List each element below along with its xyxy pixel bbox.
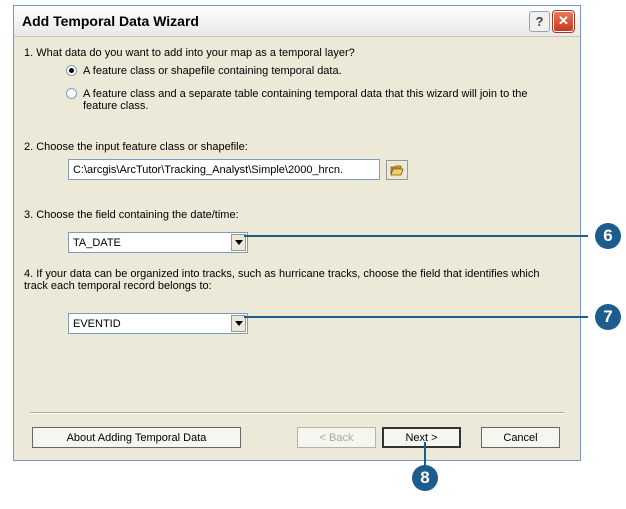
close-button[interactable]: ✕ (552, 9, 575, 33)
button-separator (30, 412, 564, 414)
question-mark-icon: ? (535, 13, 544, 29)
close-icon: ✕ (558, 13, 569, 28)
about-temporal-data-button[interactable]: About Adding Temporal Data (32, 427, 241, 448)
date-field-dropdown[interactable]: TA_DATE (68, 232, 248, 253)
input-path-field[interactable]: C:\arcgis\ArcTutor\Tracking_Analyst\Simp… (68, 159, 380, 180)
step2-question: 2. Choose the input feature class or sha… (24, 141, 248, 153)
title-bar: Add Temporal Data Wizard ? ✕ (14, 6, 580, 37)
chevron-down-icon (234, 240, 243, 245)
callout-8: 8 (412, 465, 438, 491)
help-button[interactable]: ? (529, 10, 550, 32)
step3-question: 3. Choose the field containing the date/… (24, 209, 239, 221)
radio-feature-class-only[interactable]: A feature class or shapefile containing … (66, 65, 546, 77)
step4-question: 4. If your data can be organized into tr… (24, 268, 540, 292)
callout-8-line (424, 442, 426, 466)
step1-question: 1. What data do you want to add into you… (24, 47, 355, 59)
wizard-dialog: Add Temporal Data Wizard ? ✕ 1. What dat… (13, 5, 581, 461)
callout-6: 6 (595, 223, 621, 249)
dropdown-value: TA_DATE (73, 237, 121, 249)
track-field-dropdown[interactable]: EVENTID (68, 313, 248, 334)
callout-6-line (244, 235, 588, 237)
browse-button[interactable] (386, 160, 408, 180)
radio-unselected-icon (66, 88, 77, 99)
dropdown-value: EVENTID (73, 318, 121, 330)
open-folder-icon (390, 165, 404, 176)
next-button[interactable]: Next > (382, 427, 461, 448)
cancel-button[interactable]: Cancel (481, 427, 560, 448)
chevron-down-icon (234, 321, 243, 326)
callout-7-line (244, 316, 588, 318)
dialog-title: Add Temporal Data Wizard (22, 13, 199, 29)
radio-feature-class-and-table[interactable]: A feature class and a separate table con… (66, 88, 546, 112)
radio-label: A feature class and a separate table con… (83, 88, 528, 112)
back-button[interactable]: < Back (297, 427, 376, 448)
callout-7: 7 (595, 304, 621, 330)
radio-label: A feature class or shapefile containing … (83, 65, 342, 77)
radio-selected-icon (66, 65, 77, 76)
